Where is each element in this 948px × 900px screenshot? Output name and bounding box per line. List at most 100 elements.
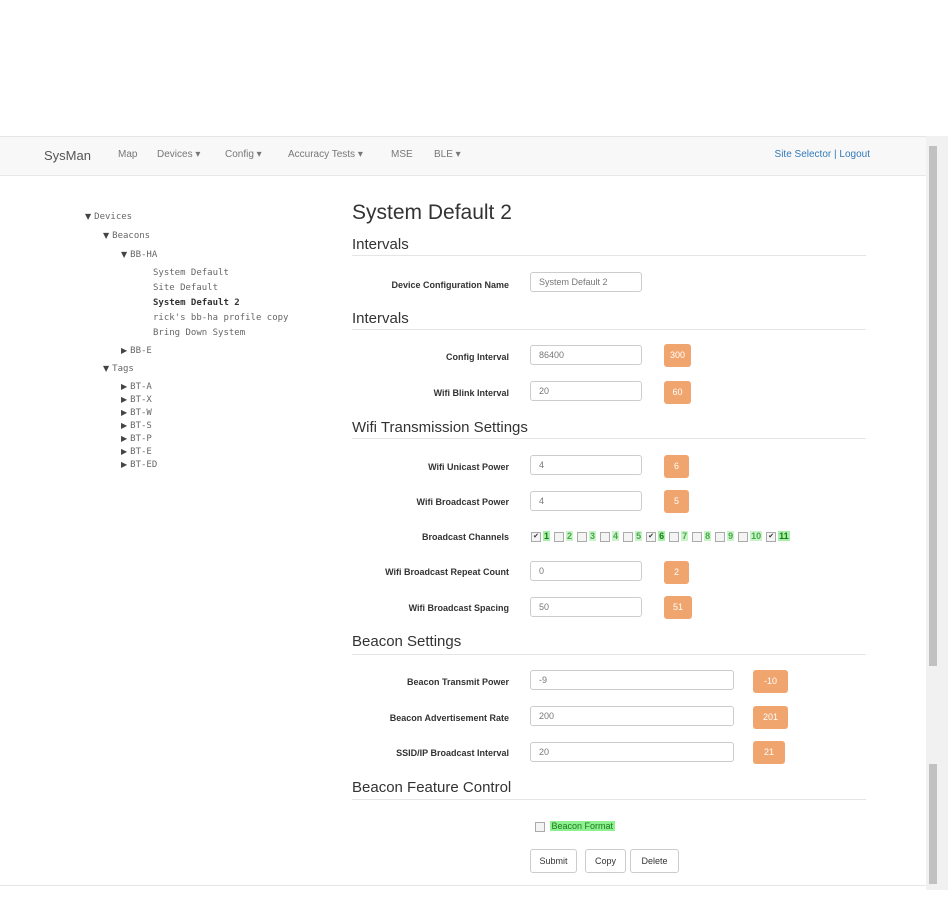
beacon-format-checkbox[interactable]	[535, 821, 545, 832]
tree-node-tags[interactable]: ▼ Tags	[103, 364, 134, 374]
tree-node-label: BT-P	[130, 434, 152, 444]
ssid-input[interactable]: 20	[530, 742, 734, 762]
checked-checkbox-icon[interactable]: ✔	[646, 531, 657, 542]
beacon-tx-input[interactable]: -9	[530, 670, 734, 690]
brand-link[interactable]: SysMan	[44, 148, 91, 163]
collapsed-triangle-icon: ▶	[121, 434, 128, 443]
tree-node-bt-ed[interactable]: ▶ BT-ED	[121, 460, 157, 470]
repeat-count-input[interactable]: 0	[530, 561, 642, 581]
spacing-input[interactable]: 50	[530, 597, 642, 617]
tree-node-bb-e[interactable]: ▶ BB-E	[121, 346, 152, 356]
collapsed-triangle-icon: ▶	[121, 408, 128, 417]
page-title: System Default 2	[352, 201, 512, 224]
nav-ble-dropdown[interactable]: BLE ▾	[434, 149, 461, 160]
tree-node-bt-w[interactable]: ▶ BT-W	[121, 408, 152, 418]
channel-option[interactable]: ✔ 1	[531, 531, 551, 542]
beacon-tx-label: Beacon Transmit Power	[406, 677, 509, 687]
submit-button[interactable]: Submit	[530, 849, 577, 873]
unchecked-checkbox-icon[interactable]	[715, 531, 726, 542]
tree-leaf-system-default[interactable]: System Default	[153, 268, 229, 278]
site-selector-link[interactable]: Site Selector	[775, 149, 832, 160]
collapsed-triangle-icon: ▶	[121, 346, 128, 355]
channel-option[interactable]: 8	[692, 531, 712, 542]
scrollbar-thumb-lower[interactable]	[929, 764, 937, 884]
channel-number: 1	[543, 531, 551, 541]
tree-node-label: BB-HA	[130, 250, 158, 260]
channel-number: 11	[778, 531, 790, 541]
tree-leaf-ricks-profile-copy[interactable]: rick's bb-ha profile copy	[153, 313, 288, 323]
tree-leaf-system-default-2[interactable]: System Default 2	[153, 298, 240, 308]
channel-number: 3	[589, 531, 597, 541]
tree-node-bb-ha[interactable]: ▼ BB-HA	[121, 250, 157, 260]
page-scrollbar[interactable]	[926, 136, 948, 890]
channel-option[interactable]: 9	[715, 531, 735, 542]
ssid-badge: 21	[753, 741, 785, 764]
collapsed-triangle-icon: ▶	[121, 382, 128, 391]
expanded-triangle-icon: ▼	[103, 364, 110, 373]
channel-option[interactable]: 3	[577, 531, 597, 542]
config-name-input[interactable]: System Default 2	[530, 272, 642, 292]
checked-checkbox-icon[interactable]: ✔	[766, 531, 777, 542]
wifi-blink-input[interactable]: 20	[530, 381, 642, 401]
channel-option[interactable]: 4	[600, 531, 620, 542]
wifi-broadcast-badge: 5	[664, 490, 689, 513]
tree-node-bt-e[interactable]: ▶ BT-E	[121, 447, 152, 457]
wifi-blink-badge: 60	[664, 381, 691, 404]
channel-option[interactable]: ✔ 11	[766, 531, 790, 542]
section-heading-beacon: Beacon Settings	[352, 633, 462, 650]
tree-node-bt-s[interactable]: ▶ BT-S	[121, 421, 152, 431]
nav-accuracy-tests-dropdown[interactable]: Accuracy Tests ▾	[288, 149, 363, 160]
spacing-label: Wifi Broadcast Spacing	[408, 603, 509, 613]
tree-node-bt-a[interactable]: ▶ BT-A	[121, 382, 152, 392]
section-heading-intervals-2: Intervals	[352, 310, 409, 327]
nav-right-links: Site Selector | Logout	[775, 149, 870, 160]
collapsed-triangle-icon: ▶	[121, 447, 128, 456]
checked-checkbox-icon[interactable]: ✔	[531, 531, 541, 542]
beacon-format-option[interactable]: Beacon Format	[535, 821, 616, 832]
unchecked-checkbox-icon[interactable]	[600, 531, 611, 542]
channel-number: 7	[681, 531, 689, 541]
channel-option[interactable]: ✔ 6	[646, 531, 666, 542]
unchecked-checkbox-icon[interactable]	[577, 531, 588, 542]
channel-option[interactable]: 2	[554, 531, 574, 542]
scrollbar-thumb[interactable]	[929, 146, 937, 666]
unchecked-checkbox-icon[interactable]	[554, 531, 565, 542]
collapsed-triangle-icon: ▶	[121, 421, 128, 430]
wifi-unicast-input[interactable]: 4	[530, 455, 642, 475]
section-heading-wifi: Wifi Transmission Settings	[352, 419, 528, 436]
nav-devices-dropdown[interactable]: Devices ▾	[157, 149, 200, 160]
channel-option[interactable]: 5	[623, 531, 643, 542]
beacon-tx-badge: -10	[753, 670, 788, 693]
channel-option[interactable]: 10	[738, 531, 763, 542]
channel-option[interactable]: 7	[669, 531, 689, 542]
unchecked-checkbox-icon[interactable]	[692, 531, 703, 542]
delete-button[interactable]: Delete	[630, 849, 679, 873]
tree-leaf-site-default[interactable]: Site Default	[153, 283, 218, 293]
tree-node-bt-p[interactable]: ▶ BT-P	[121, 434, 152, 444]
beacon-adv-badge: 201	[753, 706, 788, 729]
nav-map[interactable]: Map	[118, 149, 137, 160]
beacon-adv-input[interactable]: 200	[530, 706, 734, 726]
section-divider	[352, 438, 866, 439]
unchecked-checkbox-icon[interactable]	[669, 531, 680, 542]
tree-node-label: Tags	[112, 364, 134, 374]
tree-node-label: BT-S	[130, 421, 152, 431]
tree-node-beacons[interactable]: ▼ Beacons	[103, 231, 150, 241]
config-interval-input[interactable]: 86400	[530, 345, 642, 365]
nav-config-dropdown[interactable]: Config ▾	[225, 149, 262, 160]
copy-button[interactable]: Copy	[585, 849, 626, 873]
unchecked-checkbox-icon[interactable]	[738, 531, 749, 542]
beacon-format-label: Beacon Format	[549, 821, 616, 831]
channel-number: 4	[612, 531, 620, 541]
tree-node-devices[interactable]: ▼ Devices	[85, 212, 132, 222]
section-heading-feature: Beacon Feature Control	[352, 779, 512, 796]
unchecked-checkbox-icon[interactable]	[623, 531, 634, 542]
logout-link[interactable]: Logout	[839, 149, 870, 160]
tree-leaf-bring-down-system[interactable]: Bring Down System	[153, 328, 245, 338]
tree-node-label: BT-X	[130, 395, 152, 405]
repeat-count-badge: 2	[664, 561, 689, 584]
tree-node-label: Devices	[94, 212, 133, 222]
tree-node-bt-x[interactable]: ▶ BT-X	[121, 395, 152, 405]
nav-mse[interactable]: MSE	[391, 149, 413, 160]
wifi-broadcast-input[interactable]: 4	[530, 491, 642, 511]
